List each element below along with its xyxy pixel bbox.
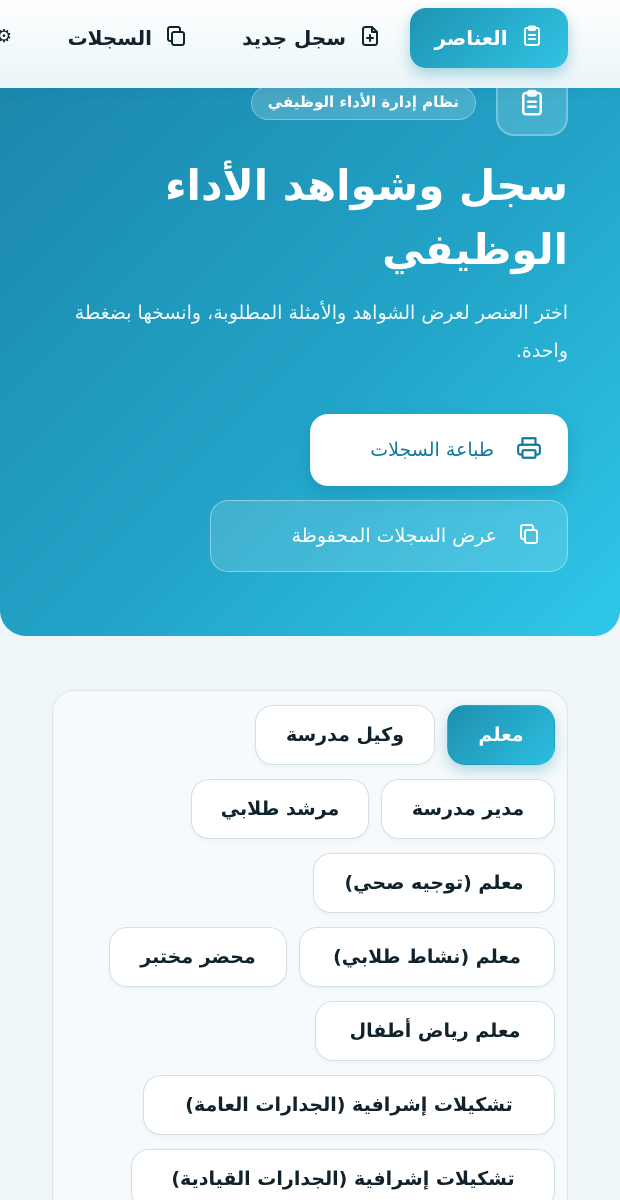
page-title: سجل وشواهد الأداء الوظيفي [165,161,568,274]
role-chip-kindergarten-teacher[interactable]: معلم رياض أطفال [315,1001,555,1061]
role-chip-health-guidance-teacher[interactable]: معلم (توجيه صحي) [313,853,555,913]
view-saved-records-button[interactable]: عرض السجلات المحفوظة [210,500,568,572]
gear-icon[interactable]: ⚙ [0,28,12,46]
hero-clipboard-icon [496,88,568,136]
file-plus-icon [358,24,382,53]
copy-icon [164,24,188,53]
tab-records[interactable]: السجلات [68,8,188,68]
role-chip-activity-teacher[interactable]: معلم (نشاط طلابي) [299,927,555,987]
system-badge: نظام إدارة الأداء الوظيفي [250,88,476,120]
app-page: العناصر سجل جديد السجلات ⚙ نظام إدارة ال… [0,0,620,1200]
hero-banner: نظام إدارة الأداء الوظيفي سجل وشواهد الأ… [0,88,620,636]
role-chip-supervisory-leadership[interactable]: تشكيلات إشرافية (الجدارات القيادية) [131,1149,555,1200]
role-chip-student-counselor[interactable]: مرشد طلابي [191,779,369,839]
role-chip-vice-principal[interactable]: وكيل مدرسة [255,705,435,765]
tab-new-record[interactable]: سجل جديد [242,8,382,68]
clipboard-icon [520,24,544,53]
tab-elements[interactable]: العناصر [410,8,568,68]
top-nav: العناصر سجل جديد السجلات ⚙ [0,0,620,88]
tab-new-record-label: سجل جديد [242,26,346,50]
role-chip-supervisory-general[interactable]: تشكيلات إشرافية (الجدارات العامة) [143,1075,555,1135]
print-records-button[interactable]: طباعة السجلات [310,414,568,486]
view-saved-records-label: عرض السجلات المحفوظة [291,525,497,547]
role-chip-lab-preparer[interactable]: محضر مختبر [109,927,287,987]
printer-icon [516,435,542,466]
tab-records-label: السجلات [67,26,152,50]
role-selector-panel: معلم وكيل مدرسة مدير مدرسة مرشد طلابي مع… [52,690,568,1200]
print-records-label: طباعة السجلات [370,439,494,461]
tab-elements-label: العناصر [434,26,508,50]
copy-icon [517,522,541,551]
role-chip-principal[interactable]: مدير مدرسة [381,779,555,839]
page-description: اختر العنصر لعرض الشواهد والأمثلة المطلو… [74,302,568,362]
role-chip-teacher[interactable]: معلم [447,705,555,765]
